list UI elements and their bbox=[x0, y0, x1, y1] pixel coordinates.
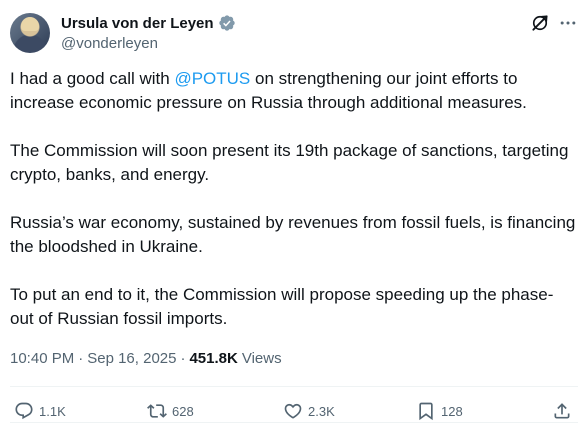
tweet-meta: 10:40 PM · Sep 16, 2025 · 451.8K Views bbox=[10, 347, 282, 369]
verified-badge-icon[interactable] bbox=[218, 14, 236, 32]
tweet-paragraph-4: To put an end to it, the Commission will… bbox=[10, 285, 554, 328]
bookmark-icon bbox=[419, 402, 433, 421]
bookmark-button[interactable]: 128 bbox=[416, 399, 463, 423]
views-count: 451.8K bbox=[189, 349, 238, 367]
timestamp-date[interactable]: Sep 16, 2025 bbox=[87, 350, 176, 367]
tweet-paragraph-2: The Commission will soon present its 19t… bbox=[10, 141, 569, 184]
share-button[interactable] bbox=[552, 399, 572, 423]
heart-icon bbox=[284, 403, 302, 419]
author-block: Ursula von der Leyen @vonderleyen bbox=[61, 12, 236, 54]
display-name-row: Ursula von der Leyen bbox=[61, 12, 236, 34]
bookmark-count: 128 bbox=[441, 403, 463, 419]
divider bbox=[10, 386, 578, 387]
tweet-paragraph-1: I had a good call with @POTUS on strengt… bbox=[10, 67, 576, 115]
divider bbox=[10, 422, 578, 423]
avatar[interactable] bbox=[10, 13, 50, 53]
repost-icon bbox=[147, 404, 167, 418]
mention-link[interactable]: @POTUS bbox=[174, 69, 250, 88]
repost-button[interactable]: 628 bbox=[147, 399, 194, 423]
reply-button[interactable]: 1.1K bbox=[14, 399, 66, 423]
repost-count: 628 bbox=[172, 403, 194, 419]
tweet-header: Ursula von der Leyen @vonderleyen bbox=[10, 9, 578, 57]
separator: · bbox=[180, 349, 186, 367]
views-label: Views bbox=[241, 349, 282, 367]
share-icon bbox=[554, 403, 570, 419]
action-bar: 1.1K 628 2.3K 128 bbox=[10, 399, 578, 423]
reply-icon bbox=[15, 402, 33, 420]
grok-icon[interactable] bbox=[530, 13, 550, 33]
like-count: 2.3K bbox=[308, 403, 335, 419]
tweet-text: I had a good call with @POTUS on strengt… bbox=[10, 67, 576, 331]
display-name[interactable]: Ursula von der Leyen bbox=[61, 15, 214, 32]
tweet-paragraph-3: Russia’s war economy, sustained by reven… bbox=[10, 213, 576, 256]
more-options-icon[interactable] bbox=[558, 13, 578, 33]
reply-count: 1.1K bbox=[39, 403, 66, 419]
timestamp-time[interactable]: 10:40 PM bbox=[10, 350, 74, 367]
text-segment: I had a good call with bbox=[10, 69, 175, 88]
like-button[interactable]: 2.3K bbox=[283, 399, 335, 423]
separator: · bbox=[78, 349, 84, 367]
handle[interactable]: @vonderleyen bbox=[61, 34, 236, 54]
